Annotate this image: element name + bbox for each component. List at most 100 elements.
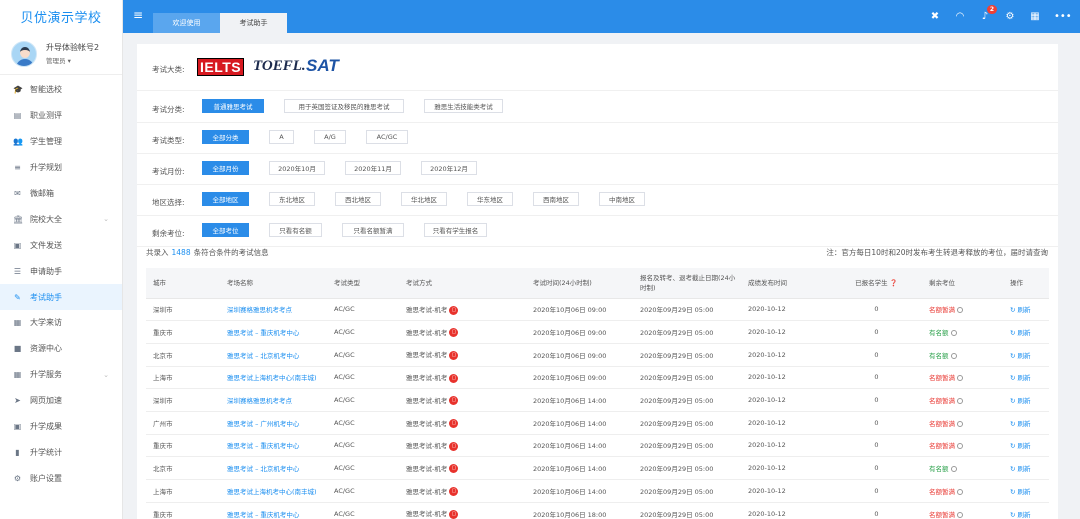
wifi-icon[interactable]: ◠ (954, 11, 966, 22)
filter-option[interactable]: 2020年10月 (269, 161, 325, 175)
clock-icon[interactable] (957, 420, 963, 427)
sidebar-item-1[interactable]: ▤ 职业测评 (0, 103, 122, 129)
exam-mode-cell: 雅思考试-机考 ▢ (399, 411, 526, 435)
sidebar-item-0[interactable]: 🎓 智能选校 (0, 77, 122, 103)
city-cell: 上海市 (146, 366, 220, 390)
top-bar: ≡ 欢迎使用 考试助手 ✖ ◠ ♪ 2 ⚙ ▦ ••• (123, 0, 1080, 33)
filter-option[interactable]: 华北地区 (401, 192, 447, 206)
refresh-button[interactable]: ↻ 刷新 (1003, 479, 1049, 503)
result-count: 1488 (171, 248, 191, 257)
filter-option[interactable]: 中南地区 (599, 192, 645, 206)
sidebar-item-8[interactable]: ✎ 考试助手 (0, 284, 122, 311)
avatar[interactable] (11, 40, 37, 67)
sidebar-item-label: 申请助手 (30, 266, 62, 276)
sidebar-item-4[interactable]: ✉ 微邮箱 (0, 181, 122, 207)
sidebar-item-9[interactable]: ▦ 大学来访 (0, 310, 122, 336)
sidebar-item-12[interactable]: ➤ 网页加速 (0, 388, 122, 414)
venue-link[interactable]: 雅思考试 – 重庆机考中心 (220, 502, 327, 519)
venue-link[interactable]: 雅思考试 – 广州机考中心 (220, 411, 327, 435)
filter-option[interactable]: 全部分类 (202, 130, 249, 144)
filter-option[interactable]: AC/GC (366, 130, 408, 144)
sidebar-item-11[interactable]: ▦ 升学服务 ⌄ (0, 362, 122, 388)
tab-exam-assistant[interactable]: 考试助手 (220, 13, 287, 33)
filter-option[interactable]: 全部考位 (202, 223, 249, 237)
user-panel[interactable]: 升导体验帐号2 管理员 ▾ (0, 33, 122, 75)
filter-option[interactable]: 用于英国签证及移民的雅思考试 (284, 99, 404, 113)
more-icon[interactable]: ••• (1054, 11, 1072, 22)
score-release-cell: 2020-10-12 (741, 411, 831, 435)
sidebar-item-15[interactable]: ⚙ 账户设置 (0, 465, 122, 491)
filter-option[interactable]: 2020年12月 (421, 161, 477, 175)
filter-option[interactable]: 全部月份 (202, 161, 249, 175)
computer-exam-icon: ▢ (449, 441, 459, 451)
clock-icon[interactable] (950, 352, 957, 359)
clock-icon[interactable] (957, 398, 963, 405)
close-circle-icon[interactable]: ✖ (929, 11, 941, 22)
refresh-button[interactable]: ↻ 刷新 (1003, 456, 1049, 480)
filter-option[interactable]: A/G (314, 130, 346, 144)
refresh-button[interactable]: ↻ 刷新 (1003, 320, 1049, 344)
clock-icon[interactable] (957, 375, 963, 382)
refresh-button[interactable]: ↻ 刷新 (1003, 502, 1049, 519)
seat-status: 名额暂满 (929, 306, 955, 315)
filter-option[interactable]: 西北地区 (335, 192, 381, 206)
tab-welcome[interactable]: 欢迎使用 (153, 13, 220, 33)
clock-icon[interactable] (957, 307, 963, 314)
clock-icon[interactable] (957, 488, 963, 495)
bell-icon[interactable]: ♪ 2 (979, 5, 997, 22)
filter-option[interactable]: 东北地区 (269, 192, 315, 206)
venue-link[interactable]: 深圳赛格雅思机考考点 (220, 388, 327, 412)
venue-link[interactable]: 深圳赛格雅思机考考点 (220, 298, 327, 322)
calendar-icon[interactable]: ▦ (1029, 11, 1041, 22)
sidebar-item-6[interactable]: ▣ 文件发送 (0, 232, 122, 258)
refresh-button[interactable]: ↻ 刷新 (1003, 411, 1049, 435)
filter-option[interactable]: 只看名额暂满 (342, 223, 404, 237)
filter-option[interactable]: 全部地区 (202, 192, 249, 206)
column-header: 报名及转考、退考截止日期(24小时制) (633, 268, 741, 299)
filter-option[interactable]: 2020年11月 (345, 161, 401, 175)
refresh-button[interactable]: ↻ 刷新 (1003, 434, 1049, 458)
clock-icon[interactable] (950, 330, 957, 337)
caret-down-icon: ▾ (67, 57, 71, 65)
venue-link[interactable]: 雅思考试上海机考中心(南丰城) (220, 366, 327, 390)
venue-link[interactable]: 雅思考试 – 重庆机考中心 (220, 434, 327, 458)
sidebar-item-13[interactable]: ▣ 升学成果 (0, 414, 122, 440)
venue-link[interactable]: 雅思考试上海机考中心(南丰城) (220, 479, 327, 503)
sidebar-item-10[interactable]: ■ 资源中心 (0, 336, 122, 362)
filter-option[interactable]: 普通雅思考试 (202, 99, 264, 113)
filter-option[interactable]: 雅思生活技能类考试 (424, 99, 503, 113)
toefl-logo[interactable]: TOEFL. (253, 58, 306, 74)
menu-toggle-icon[interactable]: ≡ (133, 9, 143, 21)
refresh-button[interactable]: ↻ 刷新 (1003, 388, 1049, 412)
filter-option[interactable]: 只看有名额 (269, 223, 322, 237)
seat-status-cell: 名额暂满 (922, 502, 1003, 519)
sidebar-item-2[interactable]: 👥 学生管理 (0, 129, 122, 155)
filter-option[interactable]: 只看有学生报名 (424, 223, 487, 237)
clock-icon[interactable] (957, 443, 963, 450)
sidebar-item-7[interactable]: ☰ 申请助手 (0, 258, 122, 284)
venue-link[interactable]: 雅思考试 – 北京机考中心 (220, 343, 327, 367)
clock-icon[interactable] (957, 511, 963, 518)
table-row: 重庆市 雅思考试 – 重庆机考中心 AC/GC 雅思考试-机考 ▢ 2020年10月06日… (146, 320, 1049, 344)
refresh-button[interactable]: ↻ 刷新 (1003, 298, 1049, 322)
refresh-button[interactable]: ↻ 刷新 (1003, 366, 1049, 390)
venue-link[interactable]: 雅思考试 – 重庆机考中心 (220, 320, 327, 344)
sidebar-item-5[interactable]: 🏛 院校大全 ⌄ (0, 206, 122, 232)
gear-icon[interactable]: ⚙ (1004, 11, 1016, 22)
sat-logo[interactable]: SAT (306, 57, 339, 75)
sidebar-item-14[interactable]: ▮ 升学统计 (0, 439, 122, 465)
exam-mode-cell: 雅思考试-机考 ▢ (399, 456, 526, 480)
user-role-dropdown[interactable]: 管理员 ▾ (46, 55, 99, 65)
filter-option[interactable]: 华东地区 (467, 192, 513, 206)
exam-mode-cell: 雅思考试-机考 ▢ (399, 388, 526, 412)
filter-row: 考试类型: 全部分类 A A/G AC/GC (137, 123, 1058, 154)
filter-option[interactable]: 西南地区 (533, 192, 579, 206)
table-row: 上海市 雅思考试上海机考中心(南丰城) AC/GC 雅思考试-机考 ▢ 2020年10月0… (146, 366, 1049, 390)
school-name: 贝优演示学校 (20, 11, 102, 26)
refresh-button[interactable]: ↻ 刷新 (1003, 343, 1049, 367)
filter-option[interactable]: A (269, 130, 294, 144)
sidebar-item-3[interactable]: ≡ 升学规划 (0, 155, 122, 181)
ielts-logo[interactable]: IELTS (197, 58, 245, 76)
clock-icon[interactable] (950, 466, 957, 473)
venue-link[interactable]: 雅思考试 – 北京机考中心 (220, 456, 327, 480)
